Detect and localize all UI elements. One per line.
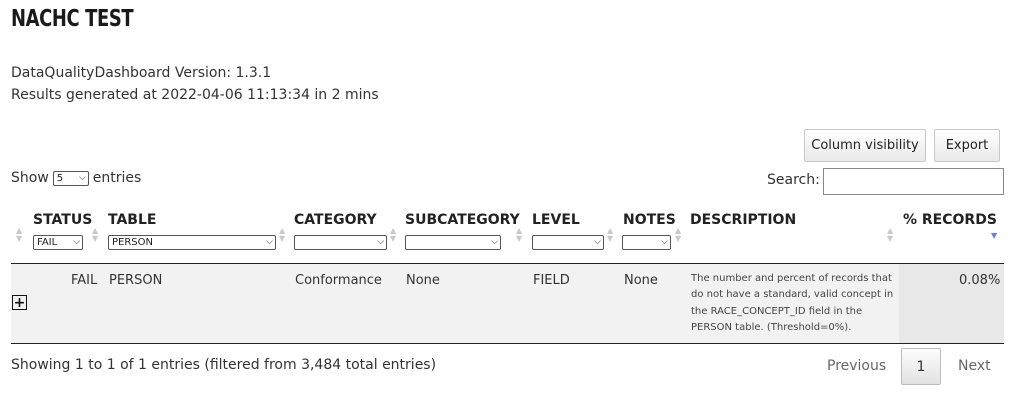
entries-select[interactable]: 5 ⌵ xyxy=(52,170,89,186)
chevron-down-icon: ⌵ xyxy=(73,237,80,247)
column-header-level[interactable]: LEVEL xyxy=(532,212,580,228)
chevron-down-icon: ⌵ xyxy=(661,237,668,247)
row-records: 0.08% xyxy=(959,273,1001,288)
entries-label: entries xyxy=(92,170,142,186)
sort-icon[interactable]: ▲ ▼ xyxy=(516,227,522,243)
sort-icon[interactable]: ▲ ▼ xyxy=(16,227,22,243)
search-label: Search: xyxy=(767,172,820,188)
entries-select-value: 5 xyxy=(56,172,64,184)
sort-icon[interactable]: ▲ ▼ xyxy=(887,227,893,243)
sort-icon[interactable]: ▲ ▼ xyxy=(607,227,613,243)
row-subcategory: None xyxy=(406,273,440,288)
column-header-status[interactable]: STATUS xyxy=(33,212,92,228)
column-visibility-button[interactable]: Column visibility xyxy=(804,129,926,162)
status-filter-value: FAIL xyxy=(37,237,58,248)
table-filter-select[interactable]: PERSON ⌵ xyxy=(108,235,276,250)
column-header-category[interactable]: CATEGORY xyxy=(294,212,377,228)
notes-filter-select[interactable]: ⌵ xyxy=(622,235,671,250)
column-header-notes[interactable]: NOTES xyxy=(623,212,676,228)
page-title: NACHC TEST xyxy=(11,6,134,32)
search-input[interactable] xyxy=(823,168,1004,195)
sort-icon[interactable]: ▲ ▼ xyxy=(279,227,285,243)
row-category: Conformance xyxy=(295,273,382,288)
page-button-current[interactable]: 1 xyxy=(901,348,941,385)
previous-button[interactable]: Previous xyxy=(827,358,886,374)
chevron-down-icon: ⌵ xyxy=(594,237,601,247)
show-label: Show xyxy=(11,170,49,186)
chevron-down-icon: ⌵ xyxy=(377,237,384,247)
row-notes: None xyxy=(624,273,658,288)
category-filter-select[interactable]: ⌵ xyxy=(294,235,387,250)
sort-icon[interactable]: ▲ ▼ xyxy=(92,227,98,243)
export-button[interactable]: Export xyxy=(934,129,1000,162)
column-header-records[interactable]: % RECORDS xyxy=(903,212,997,228)
subcategory-filter-select[interactable]: ⌵ xyxy=(405,235,501,250)
sort-descending-icon[interactable]: ▼ xyxy=(991,232,997,240)
sort-icon[interactable]: ▲ ▼ xyxy=(390,227,396,243)
expand-icon[interactable]: + xyxy=(12,295,27,310)
chevron-down-icon: ⌵ xyxy=(78,172,86,183)
version-text: DataQualityDashboard Version: 1.3.1 xyxy=(11,65,272,81)
row-status: FAIL xyxy=(71,273,98,288)
row-level: FIELD xyxy=(533,273,570,288)
next-button[interactable]: Next xyxy=(958,358,991,374)
row-description: The number and percent of records that d… xyxy=(691,273,894,333)
row-table: PERSON xyxy=(109,273,163,288)
table-footer-divider xyxy=(11,343,1004,344)
chevron-down-icon: ⌵ xyxy=(491,237,498,247)
sort-icon[interactable]: ▲ ▼ xyxy=(675,227,681,243)
table-info-text: Showing 1 to 1 of 1 entries (filtered fr… xyxy=(11,357,437,373)
length-control: Show 5 ⌵ entries xyxy=(11,170,141,186)
level-filter-select[interactable]: ⌵ xyxy=(532,235,604,250)
column-header-table[interactable]: TABLE xyxy=(108,212,156,228)
column-header-description[interactable]: DESCRIPTION xyxy=(690,212,796,228)
status-filter-select[interactable]: FAIL ⌵ xyxy=(33,235,83,250)
column-header-subcategory[interactable]: SUBCATEGORY xyxy=(405,212,520,228)
table-filter-value: PERSON xyxy=(112,237,153,248)
chevron-down-icon: ⌵ xyxy=(266,237,273,247)
generated-text: Results generated at 2022-04-06 11:13:34… xyxy=(11,87,379,103)
